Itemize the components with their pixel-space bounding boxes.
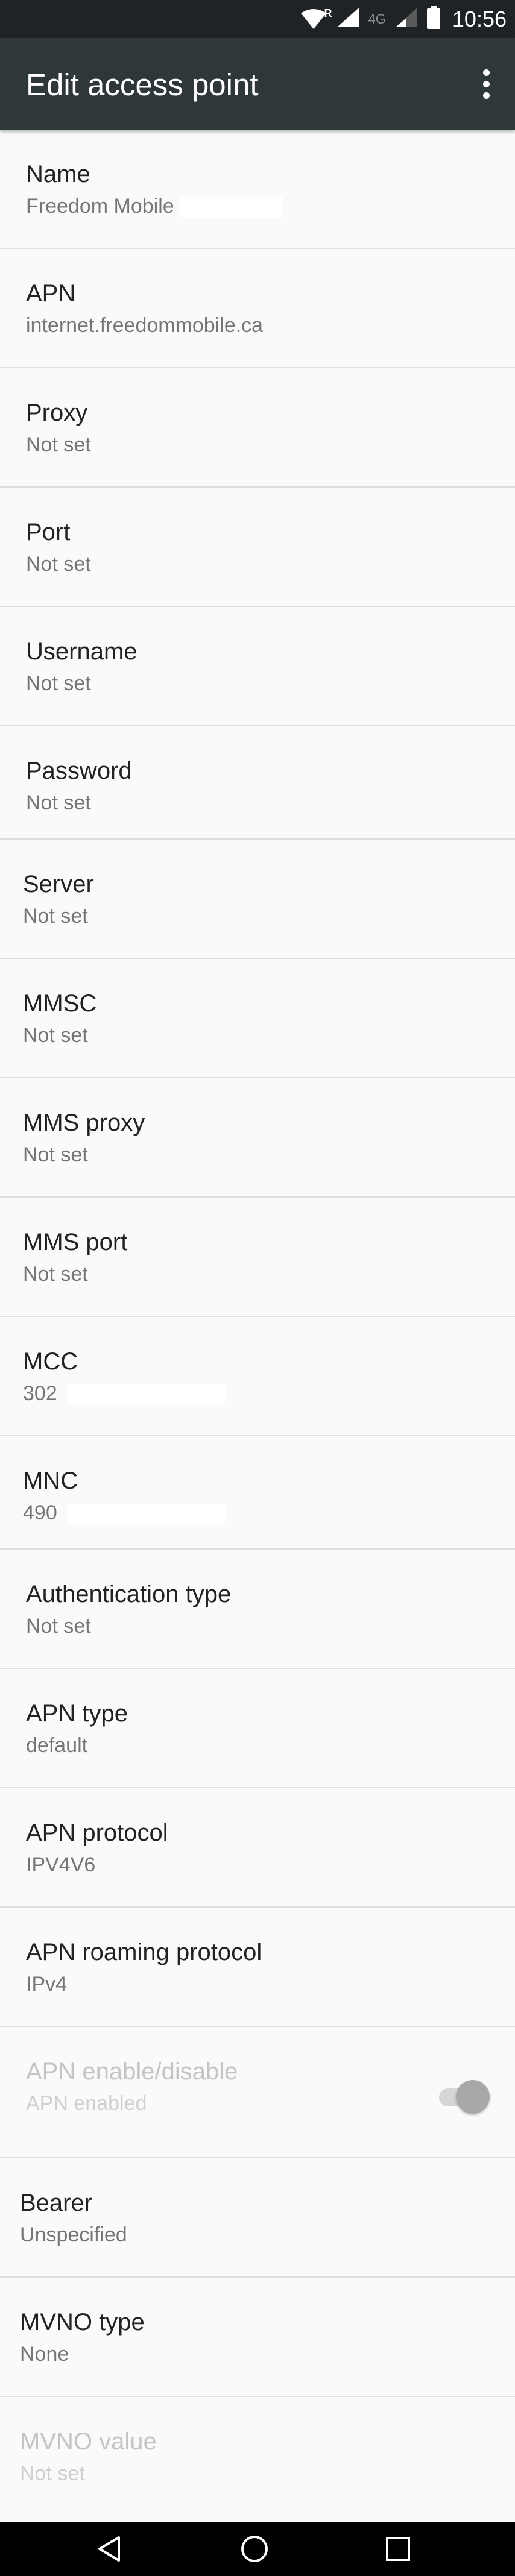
pref-title: Name (26, 161, 90, 187)
pref-title: Password (26, 758, 132, 784)
app-bar: Edit access point (0, 38, 515, 130)
pref-title: MCC (23, 1348, 78, 1375)
battery-icon (426, 6, 440, 32)
home-icon (241, 2536, 268, 2562)
more-options-button[interactable] (468, 62, 504, 105)
pref-mnc[interactable]: MNC 490 (0, 1436, 515, 1550)
more-vert-icon (482, 69, 490, 76)
page-title: Edit access point (26, 68, 259, 102)
pref-summary: Not set (23, 1263, 88, 1286)
pref-mvno-value: MVNO value Not set (0, 2397, 515, 2516)
pref-port[interactable]: Port Not set (0, 488, 515, 607)
pref-summary: Not set (26, 433, 91, 456)
status-bar: R 4G 10:56 (0, 0, 515, 38)
pref-mvno-type[interactable]: MVNO type None (0, 2278, 515, 2397)
pref-summary: APN enabled (26, 2092, 147, 2115)
back-button[interactable] (92, 2534, 128, 2564)
pref-summary: Not set (23, 1143, 88, 1166)
pref-summary: 302 (23, 1382, 57, 1405)
pref-apn-roaming-protocol[interactable]: APN roaming protocol IPv4 (0, 1908, 515, 2027)
pref-summary: Unspecified (20, 2223, 127, 2246)
pref-title: Server (23, 871, 94, 897)
pref-summary: IPv4 (26, 1973, 68, 1996)
pref-summary: 490 (23, 1501, 57, 1524)
pref-summary: Not set (26, 791, 91, 814)
roaming-label: R (324, 7, 332, 19)
recents-icon (386, 2537, 410, 2561)
pref-summary: Not set (26, 553, 91, 576)
redaction-box (180, 197, 283, 218)
pref-summary: None (20, 2343, 69, 2366)
pref-title: Username (26, 638, 137, 665)
redaction-box (68, 1384, 225, 1406)
redaction-box (68, 1504, 225, 1525)
pref-summary: internet.freedommobile.ca (26, 314, 264, 337)
pref-summary: Not set (23, 1024, 88, 1047)
pref-title: Bearer (20, 2190, 93, 2216)
pref-proxy[interactable]: Proxy Not set (0, 368, 515, 488)
pref-summary: Not set (20, 2462, 85, 2485)
pref-summary: Not set (23, 905, 88, 928)
pref-title: APN protocol (26, 1820, 168, 1846)
pref-title: APN enable/disable (26, 2058, 238, 2085)
toggle-thumb (456, 2080, 490, 2114)
recents-button[interactable] (380, 2534, 416, 2564)
pref-mcc[interactable]: MCC 302 (0, 1317, 515, 1436)
pref-mms-port[interactable]: MMS port Not set (0, 1198, 515, 1317)
pref-apn-protocol[interactable]: APN protocol IPV4V6 (0, 1788, 515, 1908)
status-time: 10:56 (452, 6, 507, 31)
navigation-bar (0, 2522, 515, 2576)
apn-enable-toggle (437, 2080, 490, 2115)
pref-summary: Not set (26, 1615, 91, 1638)
pref-summary: default (26, 1734, 88, 1757)
pref-summary: Not set (26, 672, 91, 695)
pref-mmsc[interactable]: MMSC Not set (0, 959, 515, 1078)
pref-apn-type[interactable]: APN type default (0, 1669, 515, 1788)
pref-summary: Freedom Mobile (26, 195, 174, 218)
pref-bearer[interactable]: Bearer Unspecified (0, 2158, 515, 2278)
wifi-icon: R (300, 7, 332, 30)
back-icon (98, 2536, 120, 2562)
pref-title: Proxy (26, 400, 88, 426)
pref-title: APN type (26, 1700, 128, 1727)
network-type-label: 4G (368, 11, 386, 27)
pref-title: Authentication type (26, 1581, 232, 1607)
pref-apn[interactable]: APN internet.freedommobile.ca (0, 249, 515, 368)
pref-username[interactable]: Username Not set (0, 607, 515, 726)
home-button[interactable] (236, 2534, 273, 2564)
pref-title: MVNO value (20, 2428, 157, 2455)
signal-icon (336, 7, 360, 31)
pref-apn-enable-disable: APN enable/disable APN enabled (0, 2027, 515, 2158)
pref-title: MVNO type (20, 2309, 145, 2336)
pref-title: MMS proxy (23, 1110, 145, 1136)
pref-title: APN roaming protocol (26, 1939, 262, 1965)
pref-name[interactable]: Name Freedom Mobile (0, 130, 515, 249)
pref-password[interactable]: Password Not set (0, 726, 515, 840)
pref-title: APN (26, 280, 76, 307)
pref-summary: IPV4V6 (26, 1853, 96, 1876)
pref-title: MNC (23, 1468, 78, 1494)
pref-title: MMS port (23, 1229, 128, 1255)
pref-title: MMSC (23, 990, 97, 1017)
pref-server[interactable]: Server Not set (0, 840, 515, 959)
pref-title: Port (26, 519, 71, 545)
pref-mms-proxy[interactable]: MMS proxy Not set (0, 1078, 515, 1198)
apn-settings-list: Name Freedom Mobile APN internet.freedom… (0, 130, 515, 2516)
status-icons: R 4G 10:56 (300, 0, 507, 38)
pref-authentication-type[interactable]: Authentication type Not set (0, 1550, 515, 1669)
signal-weak-icon (394, 7, 419, 31)
